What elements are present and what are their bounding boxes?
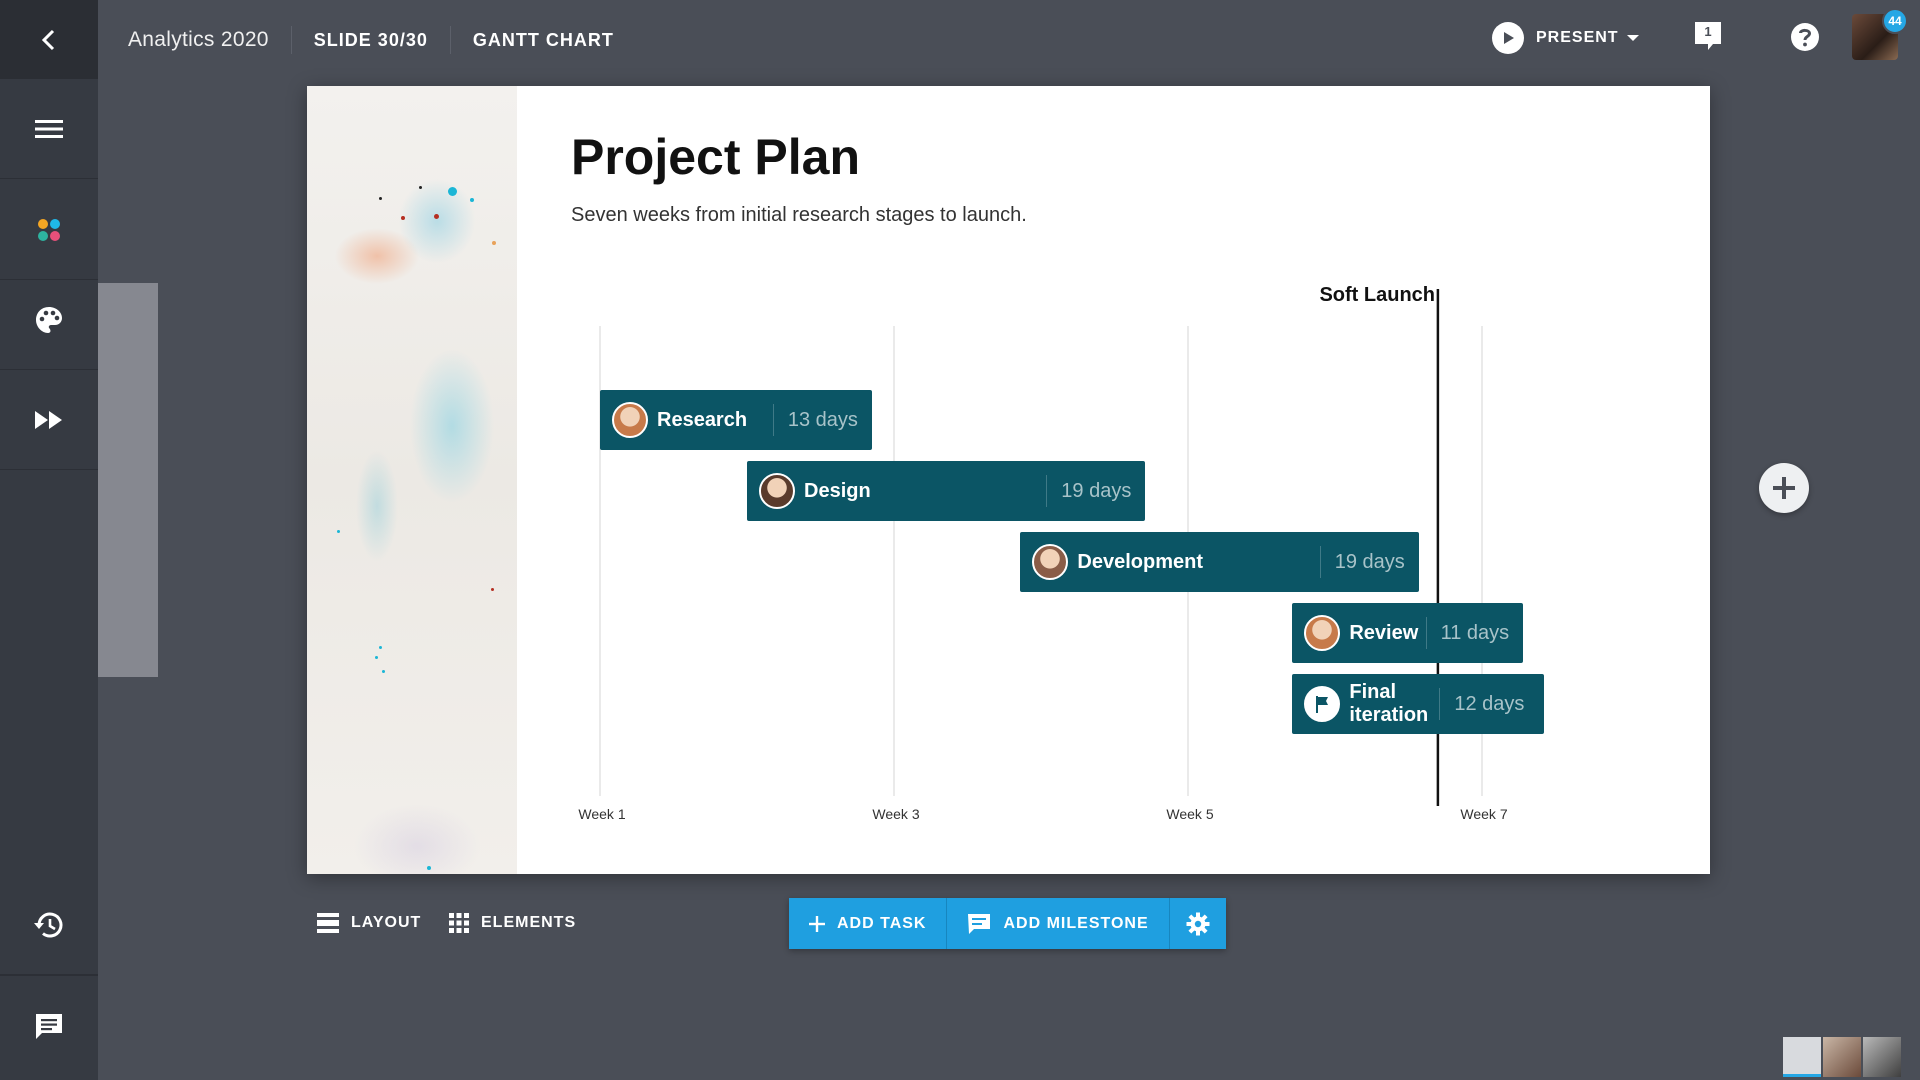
settings-button[interactable] <box>1170 898 1226 949</box>
caret-down-icon <box>1626 35 1639 41</box>
comment-count: 1 <box>1704 24 1712 39</box>
slide-thumbnail-strip[interactable] <box>98 283 158 677</box>
history-icon <box>34 912 63 937</box>
add-task-button[interactable]: ADD TASK <box>789 898 948 949</box>
flag-icon[interactable] <box>1304 686 1341 722</box>
task-bar[interactable]: Final iteration 12 days <box>1292 674 1544 734</box>
chat-button[interactable] <box>0 975 98 1075</box>
task-name: Development <box>1077 550 1203 573</box>
add-milestone-button[interactable]: ADD MILESTONE <box>947 898 1170 949</box>
play-icon <box>1492 22 1524 54</box>
layout-label: LAYOUT <box>351 914 422 931</box>
task-bar[interactable]: Design 19 days <box>747 461 1146 521</box>
plus-icon <box>809 915 825 932</box>
layout-icon <box>317 913 339 933</box>
presentation-title[interactable]: Analytics 2020 <box>98 25 292 54</box>
layout-button[interactable]: LAYOUT <box>317 913 421 933</box>
present-button[interactable]: PRESENT <box>1492 22 1639 54</box>
add-task-label: ADD TASK <box>837 914 927 932</box>
comment-icon <box>968 913 991 934</box>
palette-dots-icon <box>38 218 60 241</box>
palette-dots-button[interactable] <box>0 180 98 280</box>
x-tick-label: Week 5 <box>1166 806 1213 822</box>
participant-avatar[interactable] <box>1783 1037 1821 1077</box>
add-slide-button[interactable] <box>1759 463 1809 513</box>
participants-strip <box>1783 1037 1901 1077</box>
participant-avatar[interactable] <box>1863 1037 1901 1077</box>
assignee-avatar[interactable] <box>1304 615 1341 651</box>
x-tick-label: Week 7 <box>1460 806 1507 822</box>
participant-avatar[interactable] <box>1823 1037 1861 1077</box>
grid-icon <box>449 913 469 933</box>
gantt-actions-toolbar: ADD TASK ADD MILESTONE <box>789 898 1226 949</box>
x-tick-label: Week 3 <box>872 806 919 822</box>
elements-button[interactable]: ELEMENTS <box>449 913 576 933</box>
slide-type: GANTT CHART <box>472 29 614 50</box>
task-bar[interactable]: Development 19 days <box>1020 532 1419 592</box>
present-label: PRESENT <box>1536 29 1619 46</box>
task-duration: 19 days <box>1046 475 1145 507</box>
animate-button[interactable] <box>0 370 98 470</box>
add-milestone-label: ADD MILESTONE <box>1003 914 1149 932</box>
assignee-avatar[interactable] <box>759 473 795 509</box>
task-duration: 11 days <box>1425 617 1524 649</box>
plus-icon <box>1773 477 1795 499</box>
left-rail <box>0 0 98 1080</box>
history-button[interactable] <box>0 875 98 975</box>
task-name: Design <box>804 479 871 502</box>
assignee-avatar[interactable] <box>612 402 648 438</box>
menu-icon <box>35 119 63 138</box>
task-name: Review <box>1349 621 1419 644</box>
task-duration: 13 days <box>772 404 872 436</box>
chevron-left-icon <box>41 29 55 50</box>
help-icon <box>1791 23 1819 51</box>
theme-button[interactable] <box>0 270 98 370</box>
milestone-label[interactable]: Soft Launch <box>1315 284 1435 307</box>
theme-icon <box>36 306 62 333</box>
elements-label: ELEMENTS <box>481 914 577 931</box>
comments-button[interactable]: 1 <box>1693 20 1723 57</box>
slide-canvas[interactable]: Project Plan Seven weeks from initial re… <box>307 86 1710 874</box>
gear-icon <box>1186 912 1210 935</box>
chat-icon <box>36 1013 62 1039</box>
help-button[interactable] <box>1790 22 1820 57</box>
slide-indicator: SLIDE 30/30 <box>292 25 451 54</box>
task-duration: 19 days <box>1319 546 1419 578</box>
menu-button[interactable] <box>0 79 98 179</box>
task-bar[interactable]: Research 13 days <box>600 390 872 450</box>
top-bar: Analytics 2020 SLIDE 30/30 GANTT CHART <box>98 0 1920 79</box>
back-button[interactable] <box>0 0 98 79</box>
task-name: Research <box>657 408 748 431</box>
x-tick-label: Week 1 <box>578 806 625 822</box>
task-name: Final iteration <box>1349 681 1429 726</box>
task-bar[interactable]: Review 11 days <box>1292 603 1524 663</box>
task-duration: 12 days <box>1439 688 1538 720</box>
fast-forward-icon <box>35 410 62 429</box>
assignee-avatar[interactable] <box>1032 544 1069 580</box>
notification-badge[interactable]: 44 <box>1882 8 1908 34</box>
